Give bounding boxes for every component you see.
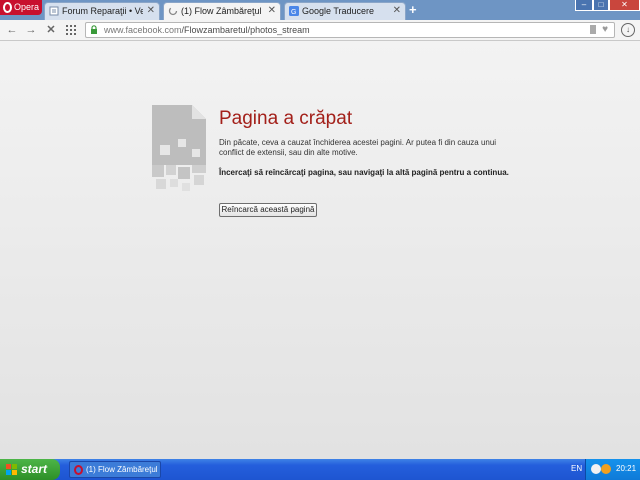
page-icon	[49, 6, 59, 16]
url-text: www.facebook.com/Flowzambaretul/photos_s…	[104, 25, 310, 35]
window-close-button[interactable]: ✕	[609, 0, 640, 11]
crash-description: Din păcate, ceva a cauzat închiderea ace…	[219, 138, 497, 157]
bookmark-icon[interactable]	[590, 25, 596, 34]
navigation-bar: ← → ✕ www.facebook.com/Flowzambaretul/ph…	[0, 20, 640, 41]
tab-close-icon[interactable]: ✕	[268, 5, 276, 16]
back-arrow-icon[interactable]: ←	[6, 23, 18, 37]
tab-forum-reparatii[interactable]: Forum Reparaţii • Vezi subiec ✕	[44, 2, 160, 20]
heart-icon[interactable]: ♥	[602, 24, 608, 35]
clock[interactable]: 20:21	[616, 464, 636, 473]
url-host: www.facebook.com	[104, 25, 182, 35]
crash-hint: Încercaţi să reîncărcaţi pagina, sau nav…	[219, 168, 509, 177]
speed-dial-grid-icon[interactable]	[65, 23, 77, 37]
download-icon[interactable]: ↓	[621, 23, 635, 37]
tab-flow-zambaretul[interactable]: (1) Flow Zâmbăreţul ✕	[163, 2, 281, 20]
page-title: Pagina a crăpat	[219, 108, 353, 129]
opera-menu-button[interactable]: Opera	[0, 0, 42, 15]
secure-lock-icon	[91, 25, 97, 34]
system-tray: 20:21	[585, 459, 640, 480]
reload-page-button[interactable]: Reîncarcă această pagină	[219, 203, 317, 217]
tab-close-icon[interactable]: ✕	[147, 5, 155, 16]
tab-close-icon[interactable]: ✕	[393, 5, 401, 16]
url-path: /Flowzambaretul/photos_stream	[181, 25, 310, 35]
start-label: start	[21, 462, 48, 476]
address-field[interactable]: www.facebook.com/Flowzambaretul/photos_s…	[85, 22, 615, 38]
network-icon[interactable]	[591, 464, 601, 474]
crash-page: Pagina a crăpat Din păcate, ceva a cauza…	[0, 41, 640, 459]
broken-document-icon	[152, 105, 206, 191]
forward-arrow-icon[interactable]: →	[25, 23, 37, 37]
svg-text:G: G	[291, 9, 296, 16]
opera-logo-icon	[3, 2, 12, 13]
loading-spinner-icon	[168, 6, 178, 16]
opera-menu-label: Opera	[14, 2, 40, 12]
browser-tab-strip: Opera Forum Reparaţii • Vezi subiec ✕ (1…	[0, 0, 640, 20]
tab-title: Forum Reparaţii • Vezi subiec	[62, 6, 143, 16]
windows-logo-icon	[6, 464, 17, 475]
opera-logo-icon	[74, 465, 83, 475]
translate-icon: G	[289, 6, 299, 16]
windows-taskbar: start (1) Flow Zâmbăreţul -... EN 20:21	[0, 459, 640, 480]
taskbar-item-label: (1) Flow Zâmbăreţul -...	[86, 465, 160, 474]
tab-google-traducere[interactable]: G Google Traducere ✕	[284, 2, 406, 20]
notification-icon[interactable]	[601, 464, 611, 474]
new-tab-button[interactable]: +	[409, 2, 421, 17]
language-indicator[interactable]: EN	[571, 464, 582, 473]
stop-loading-icon[interactable]: ✕	[45, 23, 57, 37]
taskbar-item-opera[interactable]: (1) Flow Zâmbăreţul -...	[69, 461, 161, 478]
tab-title: Google Traducere	[302, 6, 375, 16]
tab-title: (1) Flow Zâmbăreţul	[181, 6, 262, 16]
window-maximize-button[interactable]: □	[593, 0, 609, 11]
window-minimize-button[interactable]: –	[575, 0, 593, 11]
start-button[interactable]: start	[0, 459, 60, 480]
